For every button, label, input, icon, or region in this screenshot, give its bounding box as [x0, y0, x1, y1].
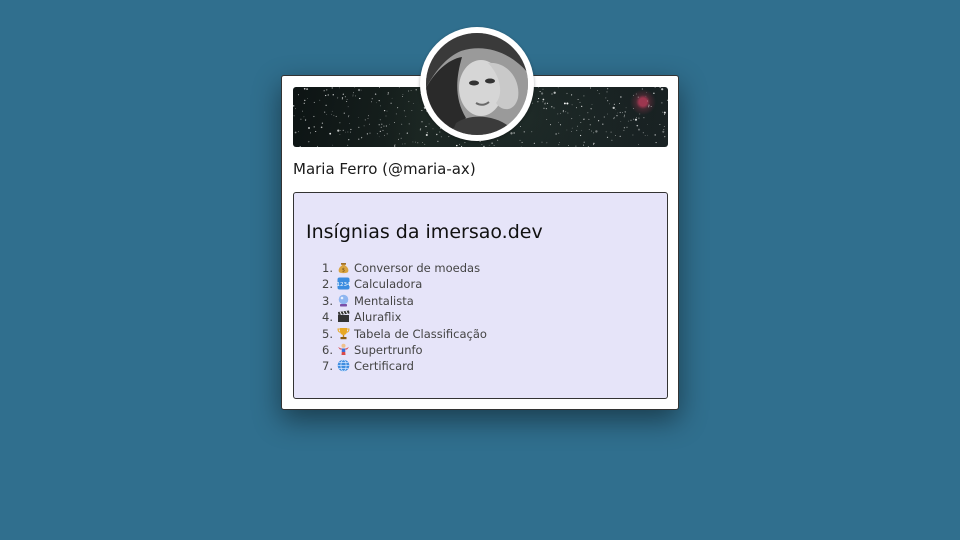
badge-item: 4. Aluraflix: [305, 309, 487, 325]
badge-number: 1.: [322, 261, 333, 275]
trophy-icon: [337, 327, 350, 340]
globe-icon: [337, 359, 350, 373]
numbers-keypad-icon: 1234: [337, 277, 350, 290]
badge-item: 2. 1234 Calculadora: [305, 276, 487, 292]
badge-label: Conversor de moedas: [354, 261, 481, 275]
clapperboard-icon: [337, 310, 350, 323]
badge-item: 5. Tabela de Classificação: [305, 326, 487, 342]
badges-list: 1. $ Conversor de moedas 2. 1234 Calculadora…: [305, 260, 487, 375]
crystal-ball-icon: [337, 294, 350, 307]
badge-number: 3.: [322, 293, 333, 308]
profile-name-handle: Maria Ferro (@maria-ax): [293, 160, 476, 178]
superhero-icon: [337, 343, 350, 356]
avatar-photo: [426, 33, 528, 135]
money-bag-icon: $: [337, 261, 350, 274]
badge-number: 7.: [322, 359, 333, 374]
badge-number: 5.: [322, 326, 333, 341]
badges-title: Insígnias da imersao.dev: [306, 221, 543, 243]
badge-item: 6. Supertrunfo: [305, 342, 487, 358]
badge-item: 7. Certificard: [305, 358, 487, 374]
avatar: [420, 27, 534, 141]
badge-label: Calculadora: [354, 277, 423, 292]
badge-label: Certificard: [354, 359, 414, 374]
svg-text:1234: 1234: [337, 282, 350, 288]
badge-number: 6.: [322, 342, 333, 357]
badge-item: 3. Mentalista: [305, 293, 487, 309]
profile-card: Maria Ferro (@maria-ax) Insígnias da ime…: [281, 27, 679, 410]
badge-label: Mentalista: [354, 293, 414, 308]
badge-number: 2.: [322, 277, 333, 292]
badge-number: 4.: [322, 310, 333, 325]
badge-label: Supertrunfo: [354, 342, 423, 357]
badges-panel: Insígnias da imersao.dev 1. $ Conversor de…: [293, 192, 668, 399]
badge-label: Tabela de Classificação: [354, 326, 487, 341]
svg-text:$: $: [342, 268, 345, 274]
badge-item: 1. $ Conversor de moedas: [305, 260, 487, 276]
badge-label: Aluraflix: [354, 310, 402, 325]
